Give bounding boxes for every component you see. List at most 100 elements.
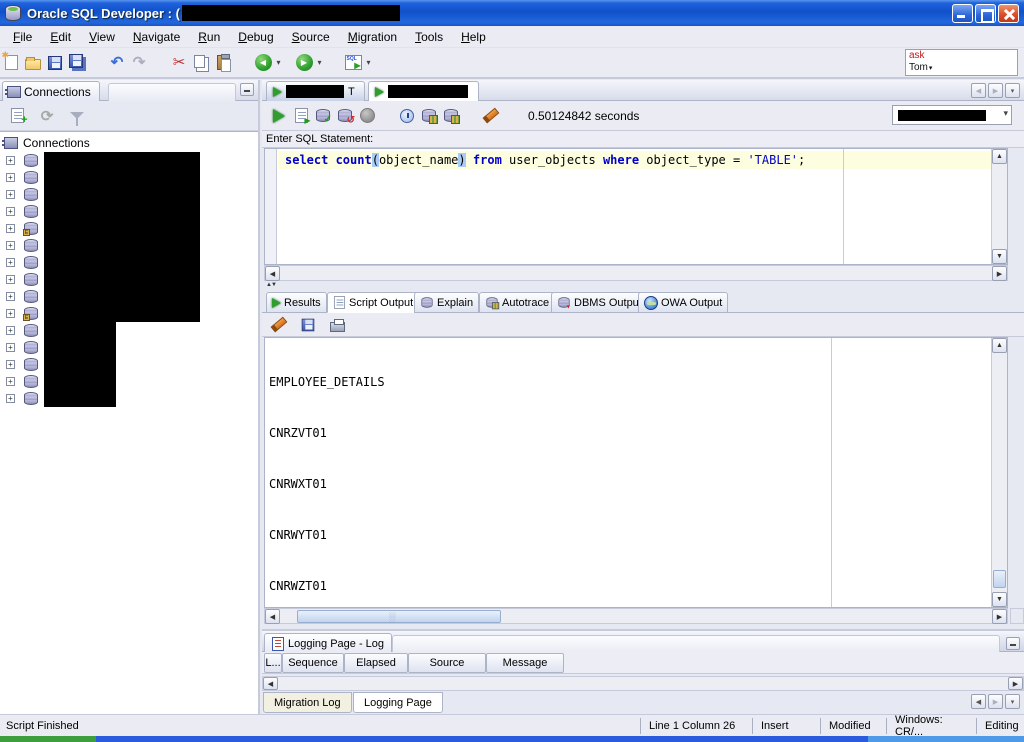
menu-migration[interactable]: Migration: [339, 28, 406, 46]
connections-tab[interactable]: Connections: [2, 81, 100, 101]
print-output-button[interactable]: [326, 314, 348, 336]
splitter-handle[interactable]: [266, 282, 276, 288]
tab-list-dropdown[interactable]: [1005, 694, 1020, 709]
tab-list-dropdown[interactable]: [1005, 83, 1020, 98]
tab-script-output[interactable]: Script Output: [327, 292, 419, 313]
tab-scroll-right-button[interactable]: [988, 694, 1003, 709]
tab-owa-output[interactable]: OWA Output: [638, 292, 728, 313]
connection-row[interactable]: [0, 186, 258, 203]
maximize-button[interactable]: [975, 4, 996, 23]
scroll-left-button[interactable]: [263, 677, 278, 690]
refresh-button[interactable]: [36, 105, 58, 127]
expand-icon[interactable]: [6, 292, 15, 301]
log-horizontal-scrollbar[interactable]: [262, 676, 1024, 691]
copy-button[interactable]: [190, 52, 212, 74]
column-header-sequence[interactable]: Sequence: [282, 653, 344, 673]
connection-row[interactable]: [0, 254, 258, 271]
connection-row[interactable]: [0, 152, 258, 169]
scroll-up-button[interactable]: [992, 149, 1007, 164]
cut-button[interactable]: ✂: [168, 52, 190, 74]
rollback-button[interactable]: [334, 105, 356, 127]
back-dropdown[interactable]: [274, 53, 283, 73]
scroll-down-button[interactable]: [992, 592, 1007, 607]
connection-row[interactable]: [0, 203, 258, 220]
scrollbar-thumb[interactable]: [297, 610, 501, 623]
connection-selector[interactable]: [892, 105, 1012, 125]
scroll-right-button[interactable]: [992, 609, 1007, 624]
expand-icon[interactable]: [6, 309, 15, 318]
tab-scroll-right-button[interactable]: [988, 83, 1003, 98]
save-output-button[interactable]: [297, 314, 319, 336]
execute-statement-button[interactable]: [268, 105, 290, 127]
expand-icon[interactable]: [6, 241, 15, 250]
menu-source[interactable]: Source: [283, 28, 339, 46]
minimize-button[interactable]: [952, 4, 973, 23]
menu-file[interactable]: File: [4, 28, 41, 46]
connection-row[interactable]: [0, 373, 258, 390]
column-header-message[interactable]: Message: [486, 653, 564, 673]
run-script-button[interactable]: ▶: [290, 105, 312, 127]
sql-worksheet-button[interactable]: SQL: [342, 52, 364, 74]
redo-button[interactable]: ↷: [128, 52, 150, 74]
menu-run[interactable]: Run: [189, 28, 229, 46]
connection-row[interactable]: [0, 169, 258, 186]
menu-debug[interactable]: Debug: [229, 28, 282, 46]
clear-button[interactable]: [480, 105, 502, 127]
scroll-left-button[interactable]: [265, 266, 280, 281]
close-button[interactable]: [998, 4, 1019, 23]
explain-plan-button[interactable]: [396, 105, 418, 127]
expand-icon[interactable]: [6, 377, 15, 386]
sql-worksheet-dropdown[interactable]: [364, 53, 373, 73]
connection-row[interactable]: [0, 339, 258, 356]
scrollbar-thumb[interactable]: [993, 570, 1006, 588]
connections-tree[interactable]: Connections E E: [0, 131, 258, 714]
expand-icon[interactable]: [6, 224, 15, 233]
undo-button[interactable]: ↶: [106, 52, 128, 74]
scroll-right-button[interactable]: [992, 266, 1007, 281]
tab-results[interactable]: Results: [266, 292, 327, 313]
logging-page-tab[interactable]: Logging Page - Log: [264, 633, 392, 654]
tab-scroll-left-button[interactable]: [971, 694, 986, 709]
new-file-button[interactable]: [0, 52, 22, 74]
connection-row[interactable]: [0, 237, 258, 254]
column-header-elapsed[interactable]: Elapsed: [344, 653, 408, 673]
worksheet-tab-1[interactable]: T: [266, 81, 365, 101]
autotrace-button[interactable]: [418, 105, 440, 127]
column-header-level[interactable]: L...: [264, 653, 282, 673]
connection-row[interactable]: [0, 288, 258, 305]
sql-statement[interactable]: select count(object_name) from user_obje…: [278, 151, 991, 169]
expand-icon[interactable]: [6, 394, 15, 403]
scroll-down-button[interactable]: [992, 249, 1007, 264]
connection-row[interactable]: [0, 390, 258, 407]
expand-icon[interactable]: [6, 360, 15, 369]
tree-root[interactable]: Connections: [0, 132, 258, 152]
tab-explain[interactable]: Explain: [414, 292, 479, 313]
cancel-button[interactable]: [356, 105, 378, 127]
menu-view[interactable]: View: [80, 28, 124, 46]
expand-icon[interactable]: [6, 156, 15, 165]
new-connection-button[interactable]: +: [6, 105, 28, 127]
tab-migration-log[interactable]: Migration Log: [263, 692, 352, 713]
panel-minimize-button[interactable]: [240, 83, 254, 96]
filter-button[interactable]: [66, 105, 88, 127]
expand-icon[interactable]: [6, 326, 15, 335]
connection-row[interactable]: [0, 271, 258, 288]
log-panel-minimize-button[interactable]: [1006, 637, 1020, 650]
expand-icon[interactable]: [6, 173, 15, 182]
sql-editor[interactable]: select count(object_name) from user_obje…: [264, 148, 1008, 265]
expand-icon[interactable]: [6, 343, 15, 352]
menu-edit[interactable]: Edit: [41, 28, 80, 46]
connection-row[interactable]: [0, 356, 258, 373]
column-header-source[interactable]: Source: [408, 653, 486, 673]
tab-scroll-left-button[interactable]: [971, 83, 986, 98]
editor-horizontal-scrollbar[interactable]: [264, 265, 1008, 281]
connection-row[interactable]: E: [0, 220, 258, 237]
tab-logging-page[interactable]: Logging Page: [353, 692, 443, 713]
clear-output-button[interactable]: [268, 314, 290, 336]
menu-help[interactable]: Help: [452, 28, 495, 46]
expand-icon[interactable]: [6, 258, 15, 267]
script-output-area[interactable]: EMPLOYEE_DETAILS CNRZVT01 CNRWXT01 CNRWY…: [264, 337, 1008, 608]
scroll-left-button[interactable]: [265, 609, 280, 624]
worksheet-tab-2[interactable]: [368, 81, 479, 101]
save-button[interactable]: [44, 52, 66, 74]
